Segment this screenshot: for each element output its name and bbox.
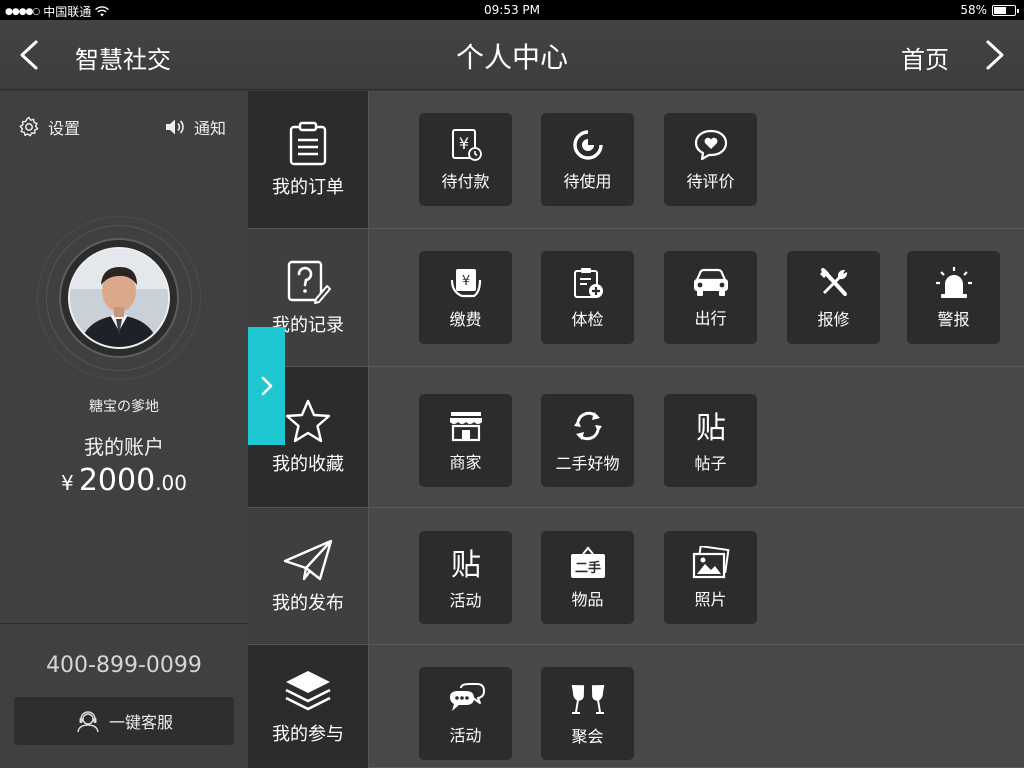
pie-icon xyxy=(572,129,603,160)
recycle-icon xyxy=(573,411,602,440)
home-button-label[interactable]: 首页 xyxy=(901,40,949,75)
tile-gathering[interactable]: 聚会 xyxy=(541,667,634,760)
hand-yen-icon: ¥ xyxy=(450,268,481,297)
tools-icon xyxy=(819,267,847,296)
tile-label: 照片 xyxy=(694,589,727,609)
tile-joined-activities[interactable]: 活动 xyxy=(419,667,512,760)
tile-label: 体检 xyxy=(571,309,604,329)
status-bar: ●●●●○ 中国联通 09:53 PM 58% xyxy=(0,0,1024,20)
secondhand-sign-icon: 二手 xyxy=(570,545,605,578)
battery-percent: 58% xyxy=(960,3,987,17)
gear-icon xyxy=(19,116,39,137)
notice-label: 通知 xyxy=(194,119,227,138)
alarm-light-icon xyxy=(935,266,972,298)
balance-decimal: .00 xyxy=(155,471,187,495)
status-time: 09:53 PM xyxy=(484,3,540,17)
tile-label: 物品 xyxy=(571,589,604,609)
tile-pending-payment[interactable]: ¥ 待付款 xyxy=(419,113,512,206)
username: 糖宝の爹地 xyxy=(89,399,159,415)
tile-label: 报修 xyxy=(817,309,850,329)
settings-label: 设置 xyxy=(48,119,81,138)
sidebar-divider xyxy=(0,623,248,624)
tile-payment[interactable]: ¥ 缴费 xyxy=(419,251,512,344)
customer-service-label: 一键客服 xyxy=(108,713,173,732)
tile-checkup[interactable]: 体检 xyxy=(541,251,634,344)
forward-chevron-icon[interactable] xyxy=(976,38,1010,72)
svg-text:¥: ¥ xyxy=(461,274,469,289)
notice-button[interactable]: 通知 xyxy=(164,115,226,139)
tile-label: 二手好物 xyxy=(555,453,620,473)
svg-text:二手: 二手 xyxy=(574,560,600,576)
question-note-icon xyxy=(287,260,331,304)
tile-label: 缴费 xyxy=(449,309,482,329)
category-label: 我的参与 xyxy=(272,723,344,745)
service-phone[interactable]: 400-899-0099 xyxy=(0,653,248,678)
chevron-right-icon xyxy=(261,376,272,396)
customer-service-button[interactable]: 一键客服 xyxy=(14,697,234,745)
tile-posts[interactable]: 贴 帖子 xyxy=(664,394,757,487)
settings-button[interactable]: 设置 xyxy=(18,115,80,139)
tile-to-use[interactable]: 待使用 xyxy=(541,113,634,206)
speaker-icon xyxy=(166,119,184,135)
tile-label: 聚会 xyxy=(571,726,604,746)
headset-icon xyxy=(77,711,99,733)
tile-repair[interactable]: 报修 xyxy=(787,251,880,344)
battery-fill xyxy=(994,6,1006,14)
status-right: 58% xyxy=(960,3,1019,17)
heart-bubble-icon xyxy=(694,129,727,160)
tile-label: 商家 xyxy=(449,452,482,472)
svg-text:贴: 贴 xyxy=(451,548,481,581)
category-my-posts[interactable]: 我的发布 xyxy=(248,508,368,645)
tile-to-review[interactable]: 待评价 xyxy=(664,113,757,206)
category-label: 我的收藏 xyxy=(272,454,344,475)
photos-icon xyxy=(692,545,730,578)
tile-label: 待评价 xyxy=(686,171,735,191)
medical-clipboard-icon xyxy=(573,267,603,298)
tile-label: 活动 xyxy=(449,590,482,610)
tile-label: 帖子 xyxy=(694,453,727,473)
tile-label: 活动 xyxy=(449,725,482,745)
tile-photos[interactable]: 照片 xyxy=(664,531,757,624)
tile-label: 待使用 xyxy=(563,171,612,191)
tile-posted-activities[interactable]: 贴 活动 xyxy=(419,531,512,624)
layers-icon xyxy=(285,670,331,710)
shop-icon xyxy=(449,411,482,441)
battery-icon xyxy=(992,4,1019,16)
tile-travel[interactable]: 出行 xyxy=(664,251,757,344)
svg-text:¥: ¥ xyxy=(458,134,468,153)
car-icon xyxy=(693,268,728,296)
tile-items[interactable]: 二手 物品 xyxy=(541,531,634,624)
tile-alarm[interactable]: 警报 xyxy=(907,251,1000,344)
category-label: 我的订单 xyxy=(272,176,344,198)
nav-bar: 智慧社交 个人中心 首页 xyxy=(0,20,1024,90)
tile-label: 待付款 xyxy=(441,171,490,191)
svg-text:贴: 贴 xyxy=(696,411,726,444)
tile-merchants[interactable]: 商家 xyxy=(419,394,512,487)
account-label[interactable]: 我的账户 xyxy=(0,431,248,460)
category-label: 我的发布 xyxy=(272,593,344,614)
paper-plane-icon xyxy=(283,539,333,581)
profile-sidebar: 设置 通知 糖宝の爹地 我的账户 ¥ 2000.00 400-899-0099 … xyxy=(0,91,248,768)
post-icon: 贴 xyxy=(696,411,726,444)
tile-secondhand-goods[interactable]: 二手好物 xyxy=(541,394,634,487)
star-icon xyxy=(285,399,331,443)
clipboard-icon xyxy=(289,121,327,165)
avatar[interactable] xyxy=(68,247,170,349)
tile-label: 警报 xyxy=(937,309,970,329)
balance-main: 2000 xyxy=(78,463,156,498)
page-title: 个人中心 xyxy=(455,41,568,74)
post-icon: 贴 xyxy=(451,548,481,581)
category-my-participation[interactable]: 我的参与 xyxy=(248,645,368,768)
currency-symbol: ¥ xyxy=(61,471,74,495)
drawer-toggle-button[interactable] xyxy=(248,327,285,445)
tile-label: 出行 xyxy=(694,308,727,328)
cheers-icon xyxy=(571,684,604,714)
category-my-orders[interactable]: 我的订单 xyxy=(248,91,368,229)
avatar-portrait xyxy=(70,249,168,347)
account-balance: ¥ 2000.00 xyxy=(0,463,248,498)
avatar-frame xyxy=(37,216,201,380)
yen-clock-icon: ¥ xyxy=(451,128,482,161)
chat-bubbles-icon xyxy=(449,682,485,711)
